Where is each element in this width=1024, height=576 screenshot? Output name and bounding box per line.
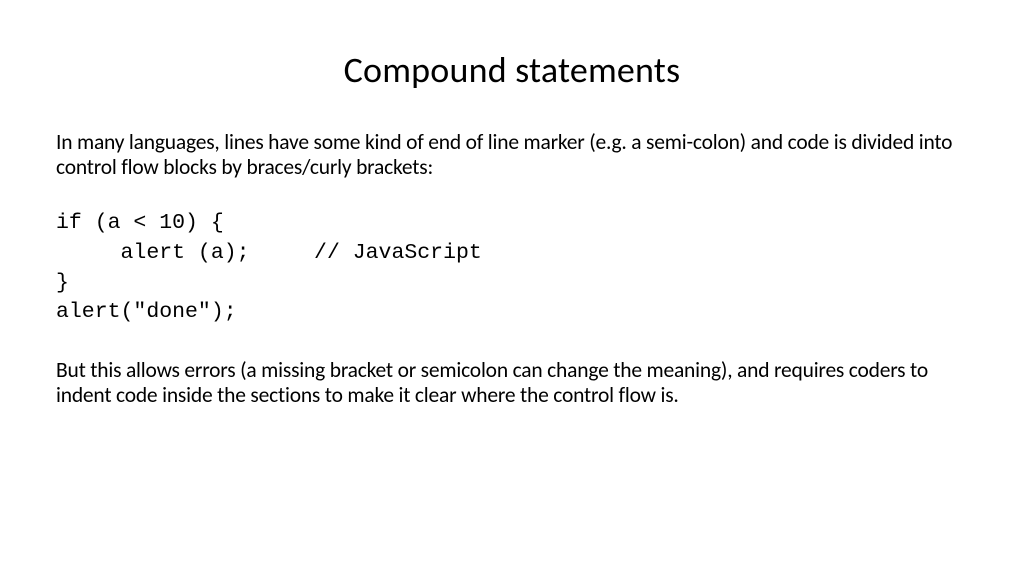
slide-container: Compound statements In many languages, l… xyxy=(0,0,1024,576)
closing-paragraph: But this allows errors (a missing bracke… xyxy=(56,358,968,407)
code-example: if (a < 10) { alert (a); // JavaScript }… xyxy=(56,209,968,328)
slide-title: Compound statements xyxy=(56,48,968,92)
intro-paragraph: In many languages, lines have some kind … xyxy=(56,130,968,179)
